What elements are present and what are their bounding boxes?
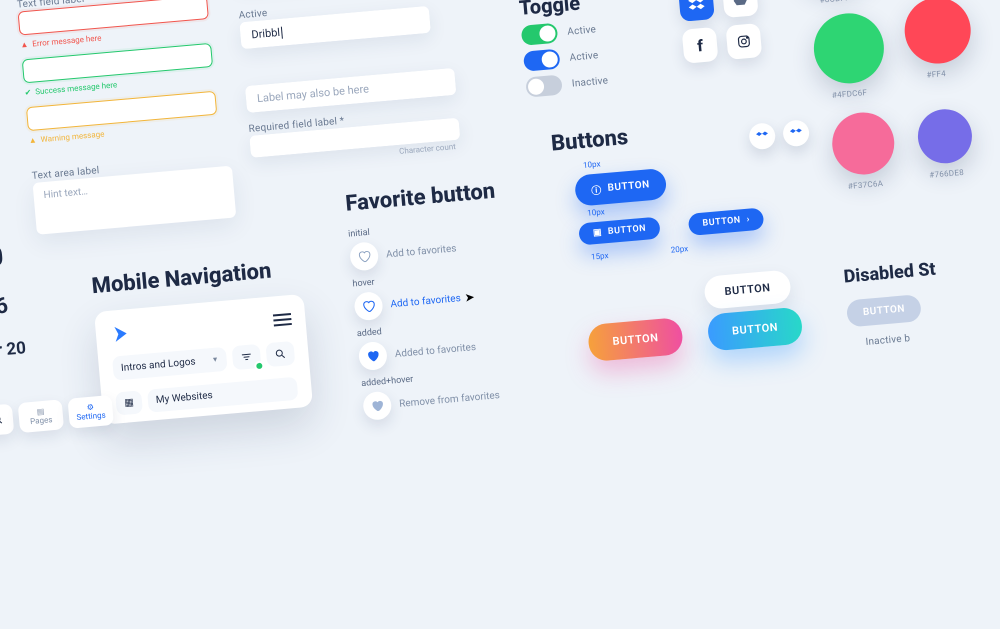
swatch-4-label: #FF4 <box>926 69 946 80</box>
fav-state-hover: hover <box>352 278 375 290</box>
header-30: der 30 <box>0 242 5 278</box>
chevron-right-icon: › <box>746 215 750 225</box>
dropbox-icon[interactable] <box>678 0 715 22</box>
round-dropbox-button-2[interactable] <box>782 119 810 147</box>
toggle-blue-label: Active <box>569 50 599 63</box>
tab-settings[interactable]: ⚙Settings <box>67 395 113 429</box>
fav-hover-label: Add to favorites <box>390 293 461 310</box>
swatch-6 <box>916 107 975 166</box>
swatch-4 <box>902 0 974 66</box>
section-disabled: Disabled St <box>843 259 937 288</box>
button-icon-right[interactable]: BUTTON› <box>688 207 765 235</box>
fav-state-initial: initial <box>348 228 370 240</box>
section-mobile-nav: Mobile Navigation <box>91 259 273 300</box>
fav-hover-button[interactable] <box>353 291 383 321</box>
chevron-down-icon: ▼ <box>211 355 219 364</box>
badge-dot-icon <box>254 361 265 372</box>
toggle-green-label: Active <box>567 24 597 37</box>
fav-initial-label: Add to favorites <box>386 243 457 260</box>
swatch-5 <box>830 110 897 177</box>
section-buttons: Buttons <box>550 125 629 157</box>
round-dropbox-button[interactable] <box>748 122 776 150</box>
fav-remove-label: Remove from favorites <box>399 390 501 410</box>
swatch-1-label: #8CBFFF <box>819 0 855 5</box>
swatch-5-label: #F37C6A <box>848 179 884 191</box>
header-26: ader 26 <box>0 294 9 325</box>
toggle-blue[interactable] <box>523 49 561 72</box>
my-websites[interactable]: My Websites <box>147 377 298 413</box>
instagram-icon[interactable] <box>725 23 762 60</box>
placeholder-input[interactable]: Label may also be here <box>245 68 457 113</box>
swatch-3 <box>811 10 887 86</box>
facebook-icon[interactable]: f <box>682 27 719 64</box>
tab-pages[interactable]: ▤Pages <box>18 399 64 433</box>
button-pill[interactable]: BUTTON <box>703 269 792 309</box>
px-10b: 10px <box>587 207 605 217</box>
button-icon-left[interactable]: ▣BUTTON <box>578 217 661 246</box>
px-20: 20px <box>670 244 688 254</box>
section-favorite: Favorite button <box>344 179 496 217</box>
toggle-off[interactable] <box>525 75 563 98</box>
px-10: 10px <box>583 159 601 169</box>
header-20: Header 20 <box>0 338 27 365</box>
filter-button[interactable] <box>232 344 262 370</box>
info-icon: ⓘ <box>591 181 603 197</box>
textfield-warning[interactable] <box>26 91 217 131</box>
home-icon[interactable]: ▦ <box>115 390 143 415</box>
swatch-6-label: #766DE8 <box>929 168 964 180</box>
toggle-off-label: Inactive <box>571 75 608 89</box>
fav-added-button[interactable] <box>358 341 388 371</box>
image-icon: ▣ <box>593 228 603 239</box>
fav-remove-button[interactable] <box>362 391 392 421</box>
drive-icon[interactable] <box>722 0 759 18</box>
dropdown-intros[interactable]: Intros and Logos▼ <box>112 347 228 381</box>
search-button[interactable] <box>265 341 295 367</box>
fav-added-label: Added to favorites <box>394 341 476 359</box>
button-gradient-blue[interactable]: BUTTON <box>707 307 804 352</box>
disabled-label: Inactive b <box>865 333 911 348</box>
button-gradient-orange[interactable]: BUTTON <box>587 317 684 362</box>
success-message: ✔Success message here <box>24 80 117 97</box>
logo-icon <box>109 323 131 345</box>
button-disabled: BUTTON <box>846 294 922 327</box>
hamburger-icon[interactable] <box>273 310 293 330</box>
active-input[interactable]: Dribbl <box>239 6 431 49</box>
px-15: 15px <box>591 251 609 261</box>
fav-state-added: added <box>357 327 383 339</box>
cursor-icon: ➤ <box>464 290 475 305</box>
warning-message: ▲Warning message <box>28 130 104 146</box>
textfield-success[interactable] <box>22 43 213 83</box>
swatch-3-label: #4FDC6F <box>832 88 868 100</box>
section-toggle: Toggle <box>518 0 581 20</box>
fav-initial-button[interactable] <box>349 241 379 271</box>
fav-state-added-hover: added+hover <box>361 375 414 390</box>
search-chip[interactable] <box>0 404 14 437</box>
button-primary[interactable]: ⓘBUTTON <box>574 168 667 207</box>
error-message: ▲Error message here <box>20 33 102 49</box>
toggle-green[interactable] <box>521 23 559 46</box>
